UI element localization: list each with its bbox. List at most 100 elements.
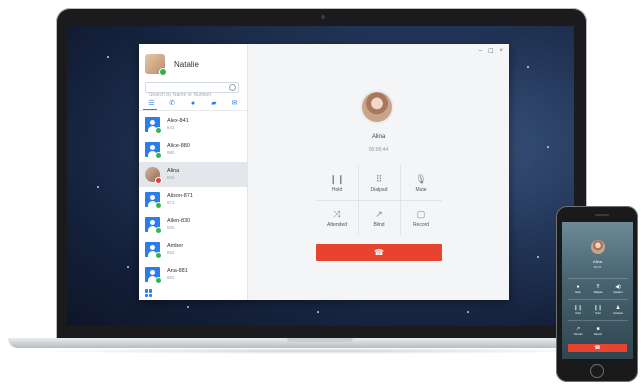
contact-extension: 871	[167, 200, 175, 205]
transfer-icon: ↗	[575, 325, 581, 332]
person-icon: ♟	[615, 304, 621, 311]
phone-callee-name: Alina	[593, 259, 602, 264]
mute-icon: 🎙	[415, 173, 427, 184]
search-icon[interactable]	[229, 84, 236, 91]
search-box	[145, 82, 239, 100]
apps-grid-icon[interactable]	[145, 289, 153, 297]
pause-icon: ❙❙	[329, 173, 345, 184]
minimize-icon[interactable]: –	[479, 48, 482, 55]
presence-icon	[155, 202, 162, 209]
dialpad-button[interactable]: ⠿ Dialpad	[358, 165, 400, 200]
contact-extension: 880	[167, 150, 175, 155]
close-icon[interactable]: ×	[499, 48, 503, 55]
contact-photo	[145, 167, 162, 184]
speaker-icon: ◀)	[615, 283, 621, 290]
mute-button[interactable]: 🎙 Mute	[400, 165, 442, 200]
call-panel: – ☐ × Alina 00:00:44 ❙❙ Hold ⠿ Dialpad 🎙…	[248, 44, 509, 300]
hangup-icon: ☎	[594, 345, 601, 351]
hangup-icon: ☎	[374, 248, 384, 257]
contact-extension: 852	[167, 250, 175, 255]
phone-control-label: Transfer	[573, 332, 583, 336]
contact-name: Allen-830	[167, 218, 191, 224]
contact-avatar-icon	[145, 142, 162, 159]
avatar	[145, 54, 167, 76]
chat-icon: ●	[190, 99, 196, 107]
mail-icon: ✉	[231, 100, 238, 107]
attended-label: Attended	[326, 221, 348, 228]
maximize-icon[interactable]: ☐	[488, 48, 493, 55]
user-profile[interactable]: Natalie	[145, 54, 199, 76]
contact-avatar-icon	[145, 192, 162, 209]
presence-icon	[155, 127, 162, 134]
record-icon: ▢	[416, 208, 426, 219]
phone-home-button[interactable]	[590, 364, 604, 378]
record-icon: ■	[596, 325, 600, 332]
phone-control-label: Record	[593, 332, 603, 336]
contact-extension: 841	[167, 125, 175, 130]
divider	[139, 110, 247, 111]
list-item[interactable]: Amber 852	[139, 237, 247, 262]
hold-button[interactable]: ❙❙ Hold	[316, 165, 358, 200]
presence-icon	[155, 252, 162, 259]
contact-name: Amber	[167, 243, 184, 249]
phone-mute-button[interactable]: ● Mute	[568, 279, 588, 299]
dialpad-icon: ⠿	[375, 173, 383, 184]
record-label: Record	[412, 221, 430, 228]
presence-icon	[155, 177, 162, 184]
phone-callee-avatar	[591, 240, 605, 254]
hangup-button[interactable]: ☎	[316, 244, 442, 261]
softphone-window: Natalie ☰ ✆ ● ▰ ✉ Alex-841841 Alice-8808…	[139, 44, 509, 300]
phone-speaker-button[interactable]: ◀) Speaker	[608, 279, 628, 299]
tab-mail[interactable]: ✉	[229, 98, 241, 108]
presence-icon	[155, 277, 162, 284]
contact-avatar-icon	[145, 117, 162, 134]
mute-label: Mute	[415, 186, 427, 193]
list-item[interactable]: Allen-830 830	[139, 212, 247, 237]
phone-control-label: Hold	[595, 311, 601, 315]
hold-label: Hold	[331, 186, 343, 193]
tab-calls[interactable]: ✆	[166, 98, 178, 108]
presence-icon	[155, 152, 162, 159]
dialpad-label: Dialpad	[370, 186, 388, 193]
contact-name: Alina	[167, 168, 180, 174]
phone-control-label: Dialpad	[593, 290, 603, 294]
phone-screen: Alina 00:44 ● Mute ⠿ Dialpad ◀) Speaker ❙❙ H…	[562, 222, 633, 359]
phone-call-controls: ● Mute ⠿ Dialpad ◀) Speaker ❙❙ Hold ❙❙ Hold ♟…	[568, 278, 628, 341]
presence-icon	[155, 227, 162, 234]
contact-name: Alex-841	[167, 118, 189, 124]
laptop-shadow	[30, 348, 610, 354]
attended-transfer-icon: ⤨	[333, 208, 341, 219]
list-item[interactable]: Alice-880 880	[139, 137, 247, 162]
phone-hold-button[interactable]: ❙❙ Hold	[568, 300, 588, 320]
list-item[interactable]: Alex-841 841	[139, 112, 247, 137]
contact-avatar-icon	[145, 242, 162, 259]
tab-chat[interactable]: ●	[187, 98, 199, 108]
dialpad-icon: ⠿	[596, 283, 600, 290]
blind-label: Blind	[373, 221, 385, 228]
phone-record-button[interactable]: ■ Record	[588, 321, 608, 341]
blind-transfer-icon: ↗	[375, 208, 383, 219]
list-item-selected[interactable]: Alina 844	[139, 162, 247, 187]
tab-voicemail[interactable]: ▰	[208, 98, 220, 108]
pause-icon: ❙❙	[573, 304, 583, 311]
phone-hold-button-2[interactable]: ❙❙ Hold	[588, 300, 608, 320]
phone-control-label: Contacts	[613, 311, 623, 315]
call-timer: 00:00:44	[368, 147, 389, 153]
laptop-notch	[287, 338, 353, 342]
phone-dialpad-button[interactable]: ⠿ Dialpad	[588, 279, 608, 299]
phone-speaker	[595, 214, 609, 216]
contact-avatar-icon	[145, 267, 162, 284]
user-name: Natalie	[174, 59, 199, 69]
contact-extension: 844	[167, 175, 175, 180]
record-button[interactable]: ▢ Record	[400, 200, 442, 235]
phone-contacts-button[interactable]: ♟ Contacts	[608, 300, 628, 320]
phone-transfer-button[interactable]: ↗ Transfer	[568, 321, 588, 341]
phone-hangup-button[interactable]: ☎	[568, 344, 627, 352]
blind-transfer-button[interactable]: ↗ Blind	[358, 200, 400, 235]
list-item[interactable]: Alison-871 871	[139, 187, 247, 212]
attended-transfer-button[interactable]: ⤨ Attended	[316, 200, 358, 235]
tab-contacts[interactable]: ☰	[145, 98, 157, 108]
sidebar: Natalie ☰ ✆ ● ▰ ✉ Alex-841841 Alice-8808…	[139, 44, 248, 300]
list-item[interactable]: Ana-881 881	[139, 262, 247, 287]
contact-name: Alice-880	[167, 143, 190, 149]
